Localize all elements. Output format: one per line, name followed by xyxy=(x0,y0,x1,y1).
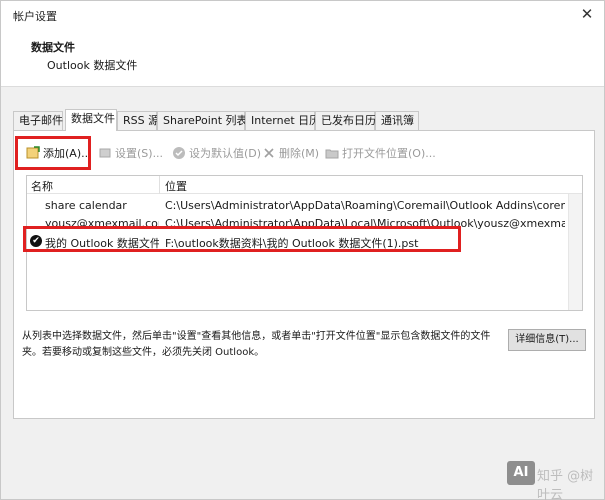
window-title: 帐户设置 xyxy=(13,10,57,23)
account-settings-window: 帐户设置 ✕ 数据文件 Outlook 数据文件 电子邮件 数据文件 RSS 源… xyxy=(0,0,605,500)
details-button[interactable]: 详细信息(T)... xyxy=(508,329,586,351)
column-header-name[interactable]: 名称 xyxy=(31,178,53,194)
watermark-logo: AI xyxy=(507,461,535,485)
tab-address-book[interactable]: 通讯簿 xyxy=(375,111,419,130)
tab-rss[interactable]: RSS 源 xyxy=(117,111,159,130)
page-title: 数据文件 xyxy=(31,41,75,54)
data-files-panel: 添加(A)... 设置(S)... 设为默认值(D) 删除(M) 打开文件位置(… xyxy=(13,130,595,419)
column-header-location[interactable]: 位置 xyxy=(165,178,187,194)
page-subtitle: Outlook 数据文件 xyxy=(47,59,138,72)
tab-sharepoint[interactable]: SharePoint 列表 xyxy=(157,111,248,130)
watermark: AI 知乎 @树叶云 xyxy=(507,461,597,500)
list-item-location: C:\Users\Administrator\AppData\Roaming\C… xyxy=(165,199,565,212)
remove-button[interactable]: 删除(M) xyxy=(262,143,319,165)
open-file-location-button[interactable]: 打开文件位置(O)... xyxy=(325,143,436,165)
set-default-button-label: 设为默认值(D) xyxy=(189,147,262,160)
remove-x-icon xyxy=(262,146,276,160)
title-bar: 帐户设置 ✕ xyxy=(1,1,604,29)
settings-icon xyxy=(98,146,112,160)
tab-internet-calendar[interactable]: Internet 日历 xyxy=(245,111,320,130)
folder-icon xyxy=(325,146,339,160)
settings-button[interactable]: 设置(S)... xyxy=(98,143,163,165)
tab-email[interactable]: 电子邮件 xyxy=(13,111,63,130)
highlight-add-button xyxy=(15,136,91,170)
open-file-location-label: 打开文件位置(O)... xyxy=(342,147,436,160)
list-item-name: share calendar xyxy=(45,199,127,212)
list-scrollbar[interactable] xyxy=(568,194,582,310)
tab-published-calendar[interactable]: 已发布日历 xyxy=(315,111,376,130)
set-default-button[interactable]: 设为默认值(D) xyxy=(172,143,261,165)
list-item[interactable]: share calendar C:\Users\Administrator\Ap… xyxy=(27,196,567,214)
highlight-default-row xyxy=(23,226,461,252)
help-description: 从列表中选择数据文件，然后单击"设置"查看其他信息，或者单击"打开文件位置"显示… xyxy=(22,331,491,358)
column-divider[interactable] xyxy=(159,176,160,194)
list-header: 名称 位置 xyxy=(27,176,582,194)
settings-button-label: 设置(S)... xyxy=(115,147,164,160)
default-check-icon xyxy=(172,146,186,160)
tab-data-files[interactable]: 数据文件 xyxy=(65,109,117,131)
remove-button-label: 删除(M) xyxy=(279,147,320,160)
watermark-text: 知乎 @树叶云 xyxy=(537,469,594,500)
close-icon[interactable]: ✕ xyxy=(577,5,597,23)
page-header: 数据文件 Outlook 数据文件 xyxy=(1,29,604,87)
